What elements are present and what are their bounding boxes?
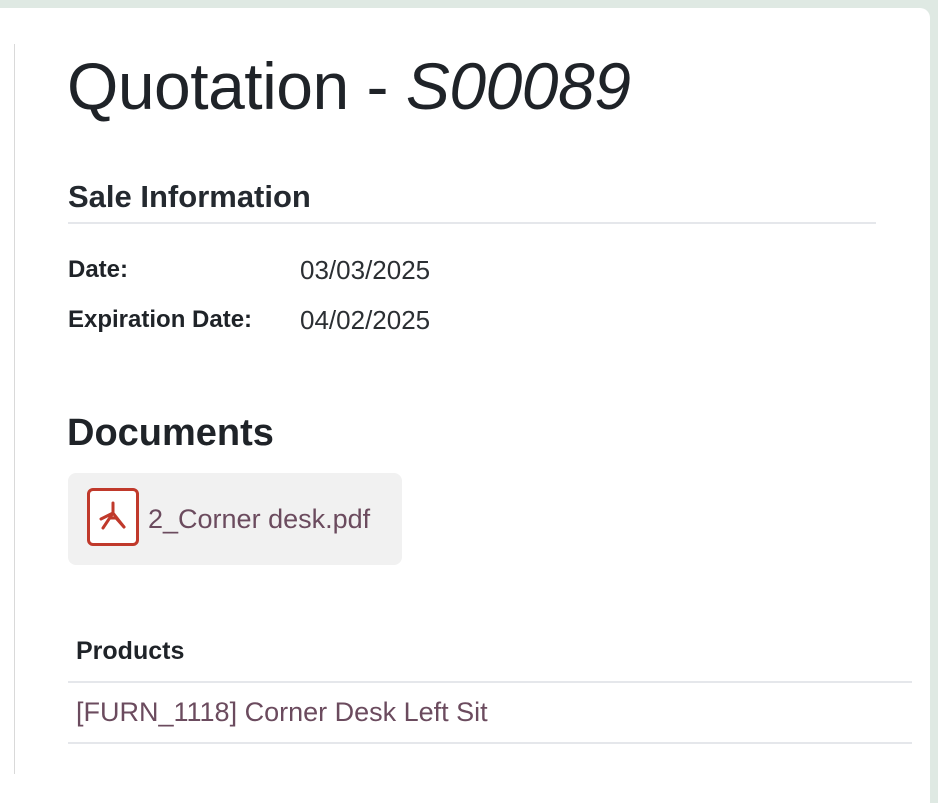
expiration-date-label: Expiration Date:: [68, 306, 253, 333]
quotation-reference: S00089: [405, 49, 631, 123]
section-divider: [68, 222, 876, 224]
table-row: [FURN_1118] Corner Desk Left Sit: [68, 683, 912, 742]
date-value: 03/03/2025: [300, 255, 431, 285]
sale-information-heading: Sale Information: [68, 179, 311, 214]
quotation-card: Quotation - S00089 Sale Information Date…: [0, 8, 930, 803]
products-column-header: Products: [76, 637, 185, 665]
page-title: Quotation - S00089: [67, 48, 631, 124]
expiration-date-value: 04/02/2025: [300, 305, 431, 335]
product-name-link[interactable]: [FURN_1118] Corner Desk Left Sit: [76, 697, 488, 728]
title-prefix: Quotation -: [67, 49, 406, 123]
document-name-link[interactable]: 2_Corner desk.pdf: [148, 504, 370, 535]
left-divider: [14, 44, 15, 774]
documents-heading: Documents: [67, 412, 274, 454]
table-divider: [68, 742, 912, 744]
pdf-file-icon: [87, 488, 139, 546]
date-label: Date:: [68, 256, 129, 283]
document-attachment[interactable]: 2_Corner desk.pdf: [68, 473, 402, 565]
